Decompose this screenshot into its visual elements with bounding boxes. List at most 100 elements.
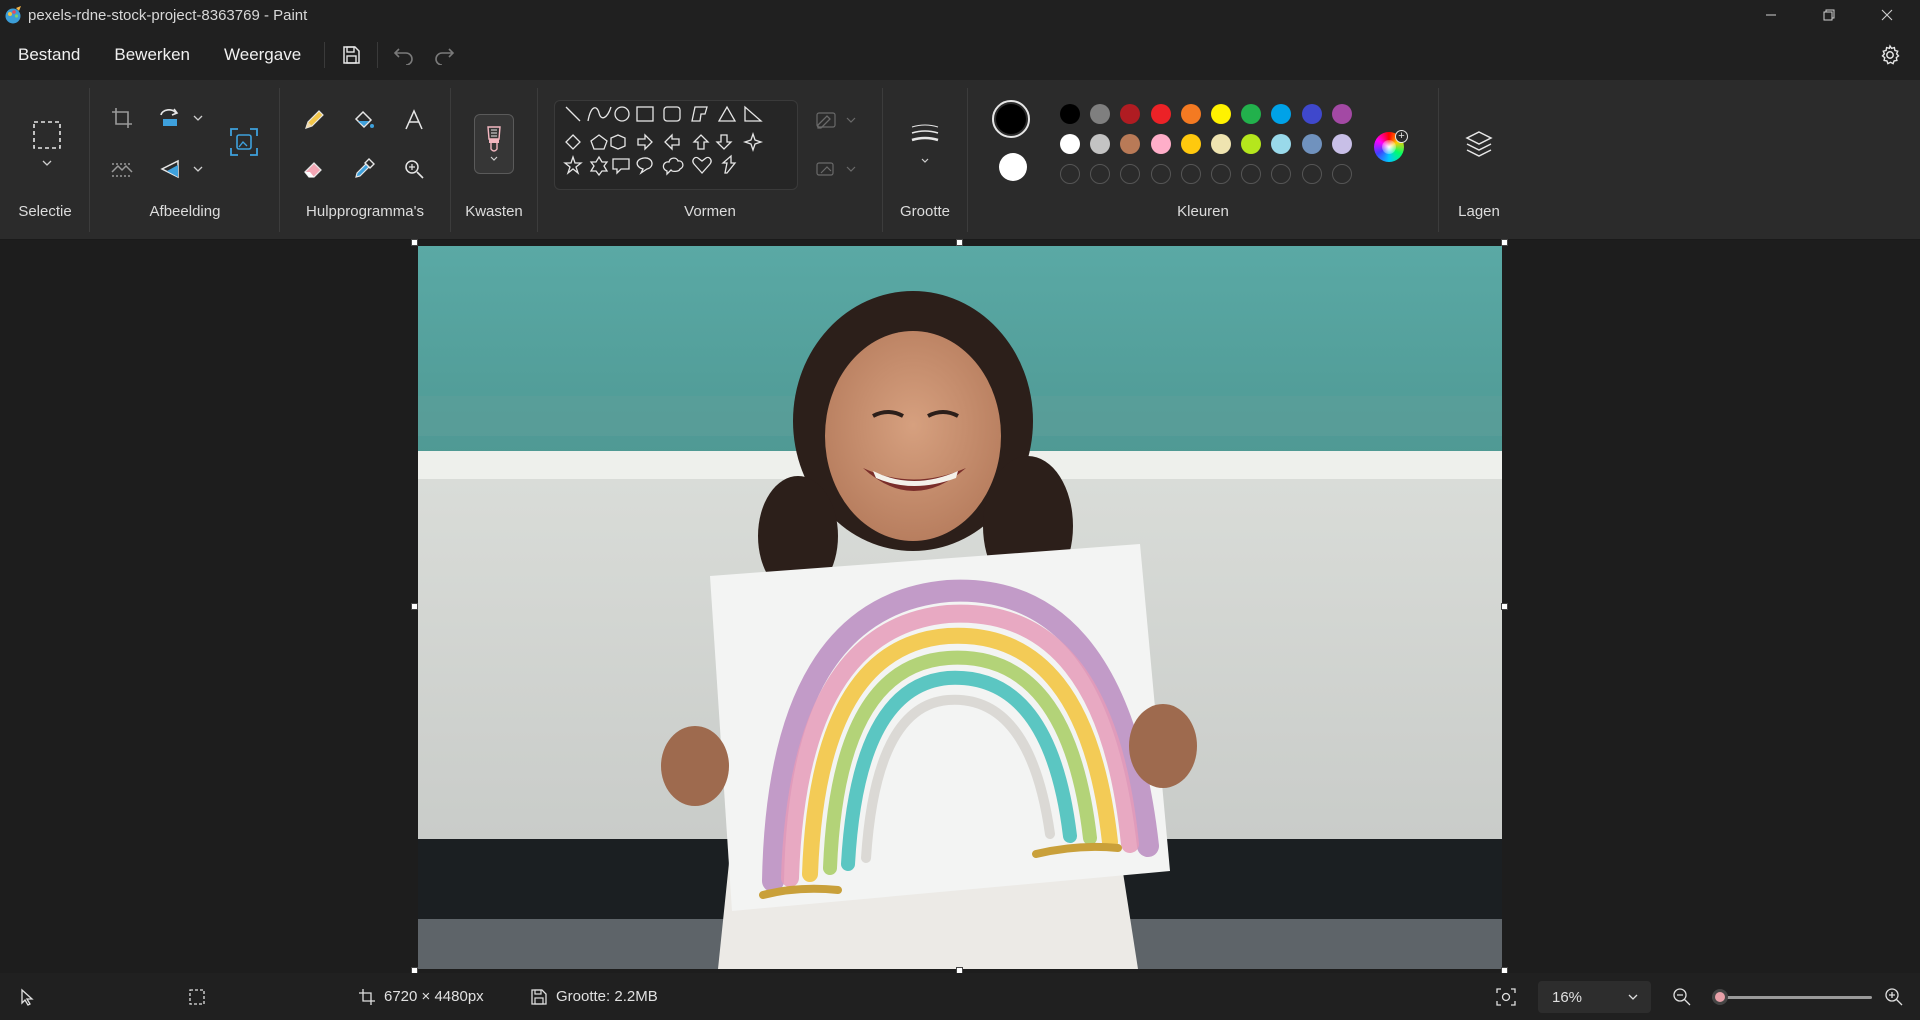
resize-handle-top-right[interactable]: [1501, 239, 1508, 246]
crop-button[interactable]: [104, 100, 140, 136]
pointer-icon: [21, 988, 34, 1006]
custom-color-slot[interactable]: [1301, 164, 1322, 184]
magnifier-button[interactable]: [396, 151, 432, 187]
status-bar: 6720 × 4480px Grootte: 2.2MB 16%: [0, 973, 1920, 1020]
fill-style-button[interactable]: [812, 151, 862, 187]
zoom-dropdown[interactable]: 16%: [1538, 981, 1651, 1013]
remove-background-button[interactable]: [104, 151, 140, 187]
redo-button[interactable]: [424, 37, 464, 73]
zoom-value: 16%: [1552, 988, 1583, 1006]
custom-color-slot[interactable]: [1150, 164, 1171, 184]
hexagon-shape-icon: [610, 134, 626, 150]
group-layers: Lagen: [1439, 80, 1519, 240]
group-size: Grootte: [883, 80, 967, 240]
custom-color-slot[interactable]: [1271, 164, 1292, 184]
group-label-layers: Lagen: [1458, 203, 1500, 220]
custom-color-slot[interactable]: [1180, 164, 1201, 184]
resize-handle-top-left[interactable]: [411, 239, 418, 246]
fit-to-window-button[interactable]: [1496, 973, 1516, 1020]
custom-color-slot[interactable]: [1241, 164, 1262, 184]
color-swatch[interactable]: [1301, 104, 1322, 124]
zoom-slider-thumb[interactable]: [1712, 989, 1728, 1005]
menu-bewerken[interactable]: Bewerken: [97, 37, 207, 73]
rotate-button[interactable]: [152, 100, 188, 136]
undo-button[interactable]: [384, 37, 424, 73]
canvas-dimensions: 6720 × 4480px: [358, 973, 484, 1020]
custom-color-slot[interactable]: [1060, 164, 1080, 184]
minimize-button[interactable]: [1742, 0, 1800, 30]
restore-icon: [1823, 9, 1835, 21]
color-swatch[interactable]: [1150, 104, 1171, 124]
menu-bestand[interactable]: Bestand: [0, 37, 97, 73]
left-arrow-shape-icon: [664, 133, 680, 151]
color-swatch[interactable]: [1180, 104, 1201, 124]
rectangular-callout-shape-icon: [612, 158, 630, 175]
selection-icon: [189, 988, 205, 1005]
color-swatch[interactable]: [1060, 104, 1080, 124]
group-label-brushes: Kwasten: [465, 203, 523, 220]
color-palette: [1060, 104, 1360, 194]
title-bar: pexels-rdne-stock-project-8363769 - Pain…: [0, 0, 1920, 30]
chevron-down-icon[interactable]: [192, 163, 204, 175]
primary-color-button[interactable]: [992, 100, 1030, 138]
down-arrow-shape-icon: [715, 134, 733, 150]
brushes-button[interactable]: [474, 114, 514, 174]
custom-color-slot[interactable]: [1331, 164, 1352, 184]
custom-color-slot[interactable]: [1090, 164, 1111, 184]
save-button[interactable]: [331, 37, 371, 73]
color-swatch[interactable]: [1150, 134, 1171, 154]
color-swatch[interactable]: [1060, 134, 1080, 154]
canvas-area[interactable]: [0, 239, 1920, 974]
custom-color-slot[interactable]: [1211, 164, 1231, 184]
color-swatch[interactable]: [1180, 134, 1201, 154]
eraser-button[interactable]: [296, 151, 332, 187]
color-swatch[interactable]: [1211, 134, 1231, 154]
zoom-in-button[interactable]: [1884, 973, 1904, 1020]
layers-icon: [1465, 131, 1493, 157]
rounded-rectangle-shape-icon: [663, 106, 681, 122]
flip-button[interactable]: [152, 151, 188, 187]
canvas-image[interactable]: [418, 246, 1502, 969]
resize-button[interactable]: [226, 124, 262, 160]
resize-handle-right[interactable]: [1501, 603, 1508, 610]
selection-button[interactable]: [27, 114, 67, 174]
pencil-button[interactable]: [296, 102, 332, 138]
layers-button[interactable]: [1459, 124, 1499, 164]
close-button[interactable]: [1858, 0, 1916, 30]
edit-colors-button[interactable]: +: [1374, 130, 1408, 164]
zoom-out-button[interactable]: [1672, 973, 1692, 1020]
color-swatch[interactable]: [1271, 104, 1292, 124]
restore-button[interactable]: [1800, 0, 1858, 30]
color-swatch[interactable]: [1271, 134, 1292, 154]
pencil-icon: [305, 110, 324, 129]
fill-button[interactable]: [346, 102, 382, 138]
zoom-slider-track[interactable]: [1712, 996, 1872, 999]
color-swatch[interactable]: [1301, 134, 1322, 154]
color-swatch[interactable]: [1211, 104, 1231, 124]
color-swatch[interactable]: [1241, 134, 1262, 154]
chevron-down-icon[interactable]: [192, 112, 204, 124]
menu-weergave[interactable]: Weergave: [207, 37, 318, 73]
color-swatch[interactable]: [1120, 134, 1141, 154]
group-label-image: Afbeelding: [149, 203, 221, 220]
resize-handle-top[interactable]: [956, 239, 963, 246]
color-swatch[interactable]: [1090, 104, 1111, 124]
color-swatch[interactable]: [1331, 134, 1352, 154]
size-button[interactable]: [905, 114, 945, 174]
shapes-gallery-icons[interactable]: [555, 101, 799, 191]
rectangle-shape-icon: [636, 106, 654, 122]
secondary-color-button[interactable]: [999, 153, 1027, 181]
color-swatch[interactable]: [1331, 104, 1352, 124]
resize-handle-left[interactable]: [411, 603, 418, 610]
color-swatch[interactable]: [1120, 104, 1141, 124]
selection-size: [188, 973, 206, 1020]
text-button[interactable]: [396, 102, 432, 138]
custom-color-slot[interactable]: [1120, 164, 1141, 184]
crop-icon: [112, 108, 132, 128]
outline-button[interactable]: [812, 102, 862, 138]
settings-button[interactable]: [1870, 37, 1910, 73]
color-swatch[interactable]: [1241, 104, 1262, 124]
canvas-size-icon: [359, 988, 375, 1005]
color-swatch[interactable]: [1090, 134, 1111, 154]
color-picker-button[interactable]: [346, 151, 382, 187]
